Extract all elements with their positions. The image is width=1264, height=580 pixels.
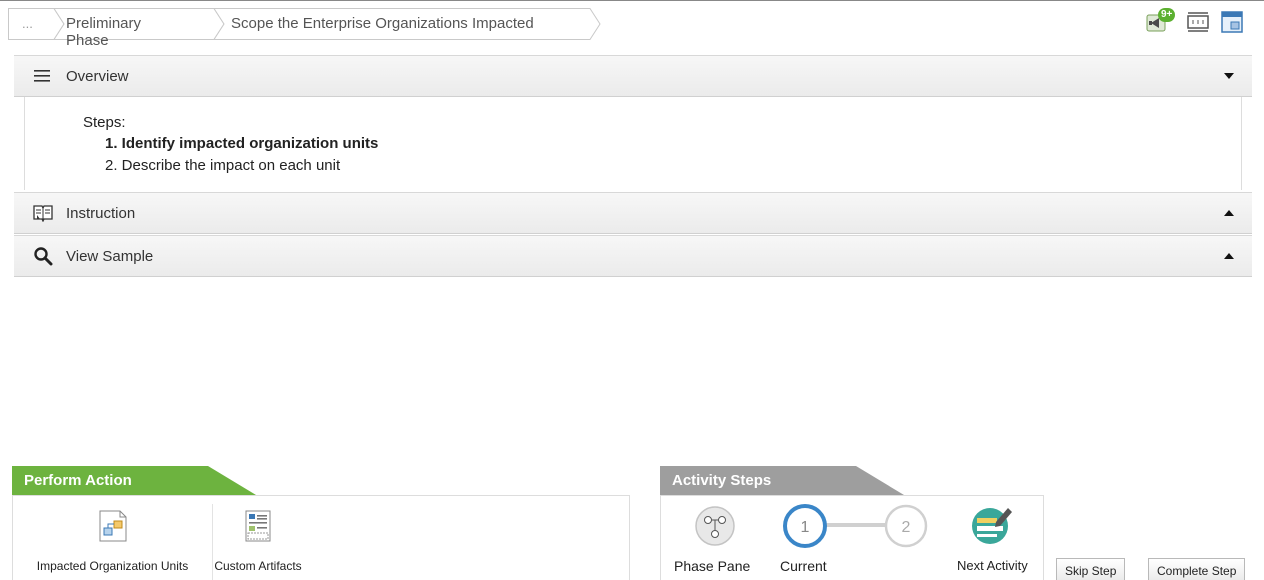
instruction-title: Instruction bbox=[66, 204, 136, 222]
view-sample-title: View Sample bbox=[66, 247, 154, 265]
custom-artifacts-icon bbox=[245, 510, 271, 542]
step-item: 2. Describe the impact on each unit bbox=[105, 155, 1241, 177]
top-border bbox=[0, 0, 1264, 6]
window-icon[interactable] bbox=[1220, 10, 1244, 34]
breadcrumb-item-activity[interactable]: Scope the Enterprise Organizations Impac… bbox=[231, 15, 534, 32]
breadcrumb-ellipsis[interactable]: ... bbox=[22, 16, 33, 31]
fit-width-icon[interactable] bbox=[1186, 11, 1210, 33]
expand-caret-icon[interactable] bbox=[1224, 210, 1234, 216]
steps-label: Steps: bbox=[83, 114, 126, 131]
overview-title: Overview bbox=[66, 67, 129, 85]
book-icon bbox=[32, 202, 54, 224]
view-sample-panel-header[interactable]: View Sample bbox=[14, 235, 1252, 277]
notifications-button[interactable]: 9+ bbox=[1146, 8, 1176, 34]
skip-step-button[interactable]: Skip Step bbox=[1056, 558, 1126, 580]
next-activity-icon[interactable] bbox=[970, 502, 1016, 548]
expand-caret-icon[interactable] bbox=[1224, 253, 1234, 259]
complete-step-button[interactable]: Complete Step bbox=[1148, 558, 1246, 580]
steps-list: 1. Identify impacted organization units … bbox=[105, 133, 1241, 177]
step-item: 1. Identify impacted organization units bbox=[105, 133, 1241, 155]
step-text: 1. Identify impacted organization units bbox=[105, 135, 379, 152]
top-toolbar: 9+ bbox=[1146, 8, 1244, 34]
instruction-panel-header[interactable]: Instruction bbox=[14, 192, 1252, 234]
impacted-organization-units-button[interactable]: Impacted Organization Units bbox=[13, 496, 212, 580]
hamburger-icon bbox=[32, 65, 54, 87]
perform-action-title: Perform Action bbox=[24, 472, 132, 489]
breadcrumb-item-phase[interactable]: Preliminary Phase bbox=[66, 15, 141, 49]
overview-panel-header[interactable]: Overview bbox=[14, 55, 1252, 97]
step-text: 2. Describe the impact on each unit bbox=[105, 157, 341, 174]
overview-content: Steps: 1. Identify impacted organization… bbox=[24, 97, 1242, 190]
step-number: 1 bbox=[801, 519, 810, 536]
perform-action-panel: Impacted Organization Units Custom Artif… bbox=[12, 495, 630, 580]
notification-badge: 9+ bbox=[1158, 8, 1176, 22]
impacted-organization-units-label: Impacted Organization Units bbox=[36, 559, 189, 573]
next-step-marker[interactable]: 2 bbox=[883, 503, 929, 549]
phase-pane-label[interactable]: Phase Pane bbox=[674, 558, 750, 574]
step-number: 2 bbox=[902, 519, 911, 536]
custom-artifacts-button[interactable]: Custom Artifacts bbox=[213, 496, 303, 580]
custom-artifacts-label: Custom Artifacts bbox=[214, 559, 302, 573]
collapse-caret-icon[interactable] bbox=[1224, 73, 1234, 79]
activity-steps-title: Activity Steps bbox=[672, 472, 772, 489]
organization-units-icon bbox=[99, 510, 126, 542]
current-label: Current bbox=[780, 558, 827, 574]
phase-pane-icon[interactable] bbox=[694, 505, 736, 547]
current-step-marker[interactable]: 1 bbox=[782, 503, 828, 549]
magnifier-icon bbox=[32, 245, 54, 267]
next-activity-label[interactable]: Next Activity bbox=[957, 558, 1028, 573]
